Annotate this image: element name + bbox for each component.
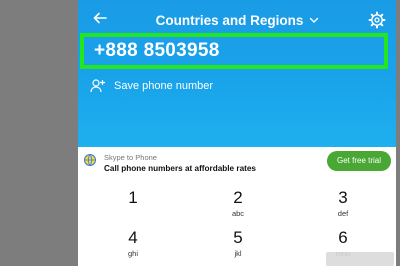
- save-phone-number-button[interactable]: Save phone number: [90, 76, 213, 96]
- key-5[interactable]: 5 jkl: [193, 222, 283, 258]
- key-letters: jkl: [234, 249, 242, 258]
- back-arrow-icon: [93, 12, 107, 24]
- add-person-icon: [90, 79, 105, 93]
- skype-dialer-window: Countries and Regions +888 8503958 Save …: [78, 0, 396, 266]
- page-title: Countries and Regions: [155, 12, 304, 28]
- skype-to-phone-banner: Skype to Phone Call phone numbers at aff…: [80, 150, 394, 176]
- promo-title: Skype to Phone: [104, 153, 157, 162]
- dialer-header: Countries and Regions +888 8503958 Save …: [78, 0, 396, 147]
- background-left: [0, 0, 78, 266]
- key-1[interactable]: 1: [88, 182, 178, 218]
- globe-phone-icon: [84, 154, 96, 166]
- gear-icon: [368, 11, 386, 29]
- watermark-badge: [326, 252, 394, 266]
- key-digit: 5: [233, 228, 243, 247]
- key-digit: 1: [128, 188, 138, 207]
- back-button[interactable]: [90, 10, 110, 30]
- settings-button[interactable]: [368, 11, 386, 29]
- key-digit: 2: [233, 188, 243, 207]
- promo-subtitle: Call phone numbers at affordable rates: [104, 164, 256, 173]
- key-digit: 3: [338, 188, 348, 207]
- key-2[interactable]: 2 abc: [193, 182, 283, 218]
- key-letters: abc: [231, 209, 245, 218]
- save-phone-number-label: Save phone number: [114, 80, 214, 92]
- phone-number-field[interactable]: +888 8503958: [80, 33, 388, 69]
- chevron-down-icon: [310, 17, 319, 23]
- key-digit: 6: [338, 228, 348, 247]
- get-free-trial-button[interactable]: Get free trial: [327, 151, 391, 171]
- key-digit: 4: [128, 228, 138, 247]
- key-letters: def: [337, 209, 349, 218]
- background-right: [396, 0, 400, 266]
- phone-number-value: +888 8503958: [94, 40, 220, 61]
- country-selector[interactable]: Countries and Regions: [138, 8, 338, 32]
- key-3[interactable]: 3 def: [298, 182, 388, 218]
- key-letters: ghi: [127, 249, 138, 258]
- key-4[interactable]: 4 ghi: [88, 222, 178, 258]
